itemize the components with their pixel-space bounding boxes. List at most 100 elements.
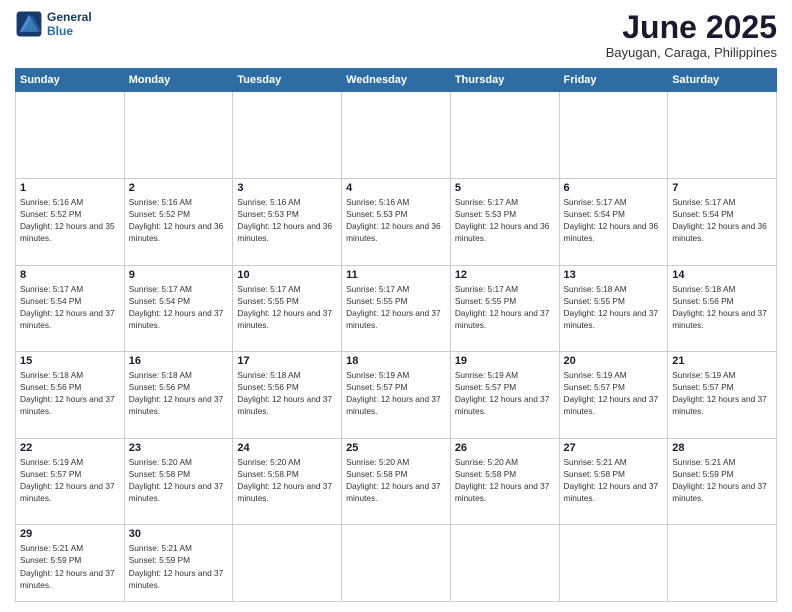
day-info: Sunrise: 5:18 AMSunset: 5:55 PMDaylight:… (564, 283, 664, 331)
day-info: Sunrise: 5:17 AMSunset: 5:55 PMDaylight:… (237, 283, 337, 331)
day-info: Sunrise: 5:18 AMSunset: 5:56 PMDaylight:… (672, 283, 772, 331)
day-info: Sunrise: 5:18 AMSunset: 5:56 PMDaylight:… (129, 369, 229, 417)
header: General Blue June 2025 Bayugan, Caraga, … (15, 10, 777, 60)
table-row: 19Sunrise: 5:19 AMSunset: 5:57 PMDayligh… (450, 352, 559, 439)
table-row: 27Sunrise: 5:21 AMSunset: 5:58 PMDayligh… (559, 438, 668, 525)
table-row (342, 92, 451, 179)
table-row: 4 Sunrise: 5:16 AMSunset: 5:53 PMDaylight… (342, 178, 451, 265)
table-row: 30 Sunrise: 5:21 AMSunset: 5:59 PMDayligh… (124, 525, 233, 602)
day-info: Sunrise: 5:21 AMSunset: 5:59 PMDaylight:… (672, 456, 772, 504)
day-number: 24 (237, 442, 337, 454)
logo-icon (15, 10, 43, 38)
day-number: 13 (564, 269, 664, 281)
table-row: 9Sunrise: 5:17 AMSunset: 5:54 PMDaylight… (124, 265, 233, 352)
day-number: 18 (346, 355, 446, 367)
day-info: Sunrise: 5:17 AMSunset: 5:54 PMDaylight:… (564, 196, 664, 244)
calendar-week-row: 29Sunrise: 5:21 AMSunset: 5:59 PMDayligh… (16, 525, 777, 602)
table-row: 5 Sunrise: 5:17 AMSunset: 5:53 PMDaylight… (450, 178, 559, 265)
day-info: Sunrise: 5:17 AMSunset: 5:53 PMDaylight:… (455, 196, 555, 244)
table-row: 13 Sunrise: 5:18 AMSunset: 5:55 PMDayligh… (559, 265, 668, 352)
col-thursday: Thursday (450, 69, 559, 92)
day-info: Sunrise: 5:20 AMSunset: 5:58 PMDaylight:… (129, 456, 229, 504)
day-info: Sunrise: 5:17 AMSunset: 5:54 PMDaylight:… (20, 283, 120, 331)
day-number: 14 (672, 269, 772, 281)
day-info: Sunrise: 5:21 AMSunset: 5:58 PMDaylight:… (564, 456, 664, 504)
day-info: Sunrise: 5:20 AMSunset: 5:58 PMDaylight:… (346, 456, 446, 504)
day-number: 23 (129, 442, 229, 454)
day-number: 3 (237, 182, 337, 194)
col-wednesday: Wednesday (342, 69, 451, 92)
table-row: 8 Sunrise: 5:17 AMSunset: 5:54 PMDaylight… (16, 265, 125, 352)
day-number: 5 (455, 182, 555, 194)
day-info: Sunrise: 5:19 AMSunset: 5:57 PMDaylight:… (672, 369, 772, 417)
table-row (450, 92, 559, 179)
day-number: 25 (346, 442, 446, 454)
table-row: 23 Sunrise: 5:20 AMSunset: 5:58 PMDayligh… (124, 438, 233, 525)
table-row: 10 Sunrise: 5:17 AMSunset: 5:55 PMDayligh… (233, 265, 342, 352)
day-number: 30 (129, 528, 229, 540)
col-sunday: Sunday (16, 69, 125, 92)
day-number: 6 (564, 182, 664, 194)
table-row: 3 Sunrise: 5:16 AMSunset: 5:53 PMDaylight… (233, 178, 342, 265)
col-tuesday: Tuesday (233, 69, 342, 92)
day-info: Sunrise: 5:16 AMSunset: 5:53 PMDaylight:… (237, 196, 337, 244)
table-row (559, 92, 668, 179)
day-number: 26 (455, 442, 555, 454)
table-row: 21 Sunrise: 5:19 AMSunset: 5:57 PMDayligh… (668, 352, 777, 439)
day-info: Sunrise: 5:18 AMSunset: 5:56 PMDaylight:… (20, 369, 120, 417)
calendar-header-row: Sunday Monday Tuesday Wednesday Thursday… (16, 69, 777, 92)
day-info: Sunrise: 5:16 AMSunset: 5:52 PMDaylight:… (129, 196, 229, 244)
table-row: 29Sunrise: 5:21 AMSunset: 5:59 PMDayligh… (16, 525, 125, 602)
table-row: 25 Sunrise: 5:20 AMSunset: 5:58 PMDayligh… (342, 438, 451, 525)
calendar-table: Sunday Monday Tuesday Wednesday Thursday… (15, 68, 777, 602)
calendar-week-row: 22Sunrise: 5:19 AMSunset: 5:57 PMDayligh… (16, 438, 777, 525)
day-info: Sunrise: 5:20 AMSunset: 5:58 PMDaylight:… (237, 456, 337, 504)
calendar-title: June 2025 (606, 10, 777, 45)
table-row: 14 Sunrise: 5:18 AMSunset: 5:56 PMDayligh… (668, 265, 777, 352)
day-info: Sunrise: 5:16 AMSunset: 5:53 PMDaylight:… (346, 196, 446, 244)
day-number: 20 (564, 355, 664, 367)
table-row: 18 Sunrise: 5:19 AMSunset: 5:57 PMDayligh… (342, 352, 451, 439)
table-row: 28Sunrise: 5:21 AMSunset: 5:59 PMDayligh… (668, 438, 777, 525)
col-monday: Monday (124, 69, 233, 92)
table-row: 15 Sunrise: 5:18 AMSunset: 5:56 PMDayligh… (16, 352, 125, 439)
day-number: 2 (129, 182, 229, 194)
day-number: 11 (346, 269, 446, 281)
day-number: 4 (346, 182, 446, 194)
day-info: Sunrise: 5:16 AMSunset: 5:52 PMDaylight:… (20, 196, 120, 244)
table-row (233, 525, 342, 602)
day-number: 8 (20, 269, 120, 281)
table-row: 12Sunrise: 5:17 AMSunset: 5:55 PMDayligh… (450, 265, 559, 352)
table-row: 11Sunrise: 5:17 AMSunset: 5:55 PMDayligh… (342, 265, 451, 352)
day-info: Sunrise: 5:21 AMSunset: 5:59 PMDaylight:… (129, 542, 229, 590)
calendar-week-row: 1Sunrise: 5:16 AMSunset: 5:52 PMDaylight… (16, 178, 777, 265)
table-row (342, 525, 451, 602)
table-row (668, 92, 777, 179)
day-number: 15 (20, 355, 120, 367)
table-row: 2 Sunrise: 5:16 AMSunset: 5:52 PMDaylight… (124, 178, 233, 265)
day-info: Sunrise: 5:17 AMSunset: 5:54 PMDaylight:… (129, 283, 229, 331)
day-info: Sunrise: 5:17 AMSunset: 5:55 PMDaylight:… (455, 283, 555, 331)
day-number: 21 (672, 355, 772, 367)
day-info: Sunrise: 5:19 AMSunset: 5:57 PMDaylight:… (20, 456, 120, 504)
calendar-week-row (16, 92, 777, 179)
table-row (233, 92, 342, 179)
day-info: Sunrise: 5:19 AMSunset: 5:57 PMDaylight:… (346, 369, 446, 417)
day-info: Sunrise: 5:19 AMSunset: 5:57 PMDaylight:… (564, 369, 664, 417)
col-saturday: Saturday (668, 69, 777, 92)
table-row: 17Sunrise: 5:18 AMSunset: 5:56 PMDayligh… (233, 352, 342, 439)
table-row: 7Sunrise: 5:17 AMSunset: 5:54 PMDaylight… (668, 178, 777, 265)
day-info: Sunrise: 5:18 AMSunset: 5:56 PMDaylight:… (237, 369, 337, 417)
page: General Blue June 2025 Bayugan, Caraga, … (0, 0, 792, 612)
table-row: 20 Sunrise: 5:19 AMSunset: 5:57 PMDayligh… (559, 352, 668, 439)
day-info: Sunrise: 5:17 AMSunset: 5:54 PMDaylight:… (672, 196, 772, 244)
day-info: Sunrise: 5:21 AMSunset: 5:59 PMDaylight:… (20, 542, 120, 590)
table-row: 22Sunrise: 5:19 AMSunset: 5:57 PMDayligh… (16, 438, 125, 525)
day-number: 19 (455, 355, 555, 367)
col-friday: Friday (559, 69, 668, 92)
day-number: 10 (237, 269, 337, 281)
logo: General Blue (15, 10, 92, 39)
table-row (559, 525, 668, 602)
day-number: 16 (129, 355, 229, 367)
title-block: June 2025 Bayugan, Caraga, Philippines (606, 10, 777, 60)
